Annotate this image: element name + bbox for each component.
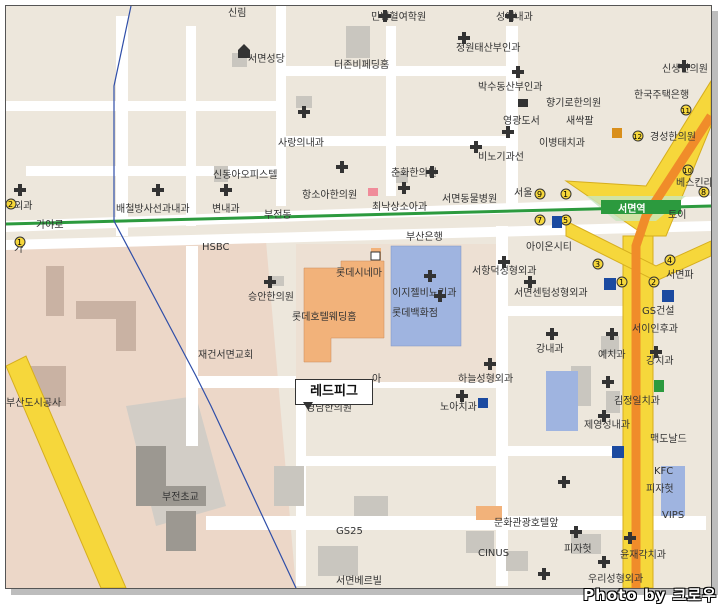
poi-icon [604,278,616,290]
station-label: 서면역 [618,202,646,215]
exit-number: 8 [701,188,706,197]
exit-number: 5 [563,216,568,225]
exit-number: 4 [667,256,672,265]
exit-number: 7 [537,216,542,225]
label-sindong: 신동아오피스텔 [213,169,277,181]
poi-icon [478,398,488,408]
exit-number: 3 [595,260,600,269]
poi-icon [552,216,562,228]
label-baksu: 박수동산부인과 [478,81,542,93]
label-hanguk: 한국주택은행 [634,89,689,101]
label-gs25: GS25 [336,526,363,537]
label-gangchigwa: 강치과 [646,355,674,367]
cinema-icon [370,251,381,261]
label-noa: 노아치과 [440,401,477,413]
label-seoul: 서울 [514,187,532,199]
map-canvas[interactable]: 신림 민병혈여학원 성애내과 정원태산부인과 서면성당 터존비페딩홈 박수동산부… [6,6,711,588]
label-saejjakbal: 새싹팔 [566,115,594,127]
exit-number: 10 [683,167,692,175]
map-frame: 신림 민병혈여학원 성애내과 정원태산부인과 서면성당 터존비페딩홈 박수동산부… [0,0,723,605]
label-lotte-dept: 롯데백화점 [392,307,438,319]
label-busan-city: 부산도시공사 [6,397,61,409]
label-binogwa: 비노기과선 [478,151,524,163]
poi-icon [654,380,664,392]
label-yeongwang: 영광도서 [503,115,540,127]
label-aionsiti: 아이온시티 [526,241,572,253]
label-choinaksang: 최낙상소아과 [372,201,427,213]
building-blue [546,371,578,431]
label-lotte-hotel: 롯데호텔웨딩홈 [292,310,356,323]
callout-pointer [303,402,313,410]
label-seomyeon-animal: 서면동물병원 [442,193,497,205]
poi-icon [612,128,622,138]
label-munhwa-hotel: 문화관광호텔앞 [494,517,558,529]
poi-icon [612,446,624,458]
label-yechigwa: 예치과 [598,349,626,361]
exit-number: 11 [681,107,690,115]
label-baecheol: 배철방사선과내과 [116,203,190,215]
label-jeyeong: 제영성내과 [584,419,630,431]
book-icon [518,99,528,107]
label-busan-bank: 부산은행 [406,231,443,243]
exit-number: 1 [619,278,624,287]
map-view[interactable]: 신림 민병혈여학원 성애내과 정원태산부인과 서면성당 터존비페딩홈 박수동산부… [5,5,712,589]
label-ieungtae: 이병태치과 [539,137,585,149]
label-oegwa: 외과 [14,200,32,212]
label-bujeon-school: 부전초교 [162,491,199,503]
label-pizzahut-2: 피자헛 [564,543,592,555]
label-seomyeon-church: 서면성당 [248,53,285,65]
label-hsbc: HSBC [202,242,230,253]
exit-number: 2 [8,200,13,209]
school-building [166,511,196,551]
label-seoiin: 서이인후과 [632,323,678,335]
label-gyeongseong: 경성한의원 [650,130,696,143]
label-kfc: KFC [654,466,673,477]
label-yujae: 윤재각치과 [620,549,666,561]
label-jaegeon-church: 재건서면교회 [198,349,253,361]
label-hyanggiro: 향기로한의원 [546,97,601,109]
label-seomyeon-vill: 서면베르빌 [336,575,382,587]
exit-number: 1 [17,238,22,247]
exit-number: 9 [537,190,542,199]
label-sarang: 사랑의내과 [278,137,324,149]
label-byeonnae: 변내과 [212,203,240,215]
label-mcdonald: 맥도날드 [650,433,687,445]
label-lotte-cinema: 롯데시네마 [336,267,382,279]
exit-number: 2 [651,278,656,287]
label-bujeondong: 부전동 [264,209,292,221]
label-silim: 신림 [228,7,246,19]
building-pink [368,188,378,196]
label-egel: 이지젤비뇨기과 [392,287,456,299]
photo-credit: Photo by 크로우 [583,586,717,604]
label-hanul: 하늘성형외과 [458,372,513,385]
label-seomyeon-center: 서면센텀성형외과 [514,287,588,299]
label-gs-const: GS건설 [642,305,675,317]
exit-number: 1 [563,190,568,199]
label-seungan: 승안한의원 [248,291,294,303]
label-doi: 토이 [668,209,686,221]
label-a: 아 [372,373,381,385]
poi-icon [662,290,674,302]
label-kimjeongil: 김정일치과 [614,395,660,407]
label-gayaro: 가야로 [36,219,64,231]
label-cinus: CINUS [478,548,509,559]
label-terjon: 터존비페딩홈 [334,58,389,71]
label-gangnae: 강내과 [536,343,564,355]
exit-number: 12 [633,133,642,141]
label-vips: VIPS [662,510,684,521]
label-hangso: 항소아한의원 [302,189,357,201]
label-seomyeon-pa: 서면파 [666,269,694,281]
label-pizzahut: 피자헛 [646,483,674,495]
building [46,266,64,316]
building [116,301,136,351]
